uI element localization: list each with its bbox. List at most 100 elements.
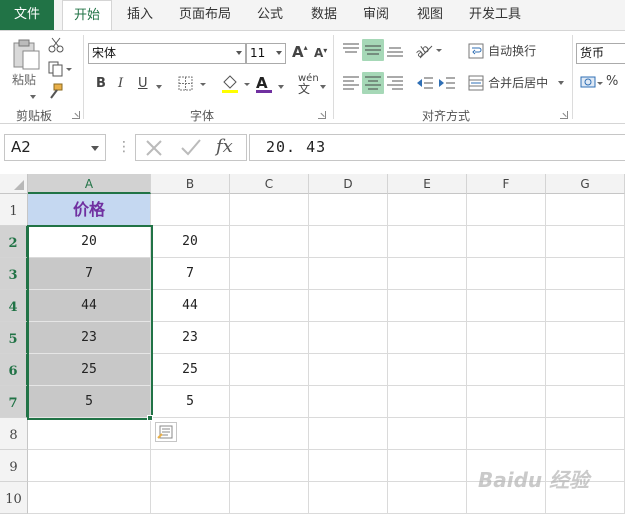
tab-formulas[interactable]: 公式 [248, 0, 292, 30]
bold-button[interactable]: B [96, 76, 106, 91]
cell-d7[interactable] [309, 386, 388, 418]
align-left-button[interactable] [340, 72, 362, 94]
cell-c1[interactable] [230, 194, 309, 226]
italic-button[interactable]: I [118, 76, 123, 91]
cell-g3[interactable] [546, 258, 625, 290]
cell-a8[interactable] [28, 418, 151, 450]
tab-file[interactable]: 文件 [0, 0, 54, 30]
cell-b2[interactable]: 20 [151, 226, 230, 258]
cell-a4[interactable]: 44 [28, 290, 151, 322]
font-color-dropdown[interactable] [278, 79, 284, 94]
wrap-text-button[interactable]: 自动换行 [468, 42, 536, 59]
tab-data[interactable]: 数据 [302, 0, 346, 30]
row-header-2[interactable]: 2 [0, 226, 28, 258]
cell-a9[interactable] [28, 450, 151, 482]
align-center-button[interactable] [362, 72, 384, 94]
cell-c6[interactable] [230, 354, 309, 386]
cell-d8[interactable] [309, 418, 388, 450]
column-header-f[interactable]: F [467, 174, 546, 194]
cell-e5[interactable] [388, 322, 467, 354]
fill-handle[interactable] [147, 415, 153, 421]
tab-view[interactable]: 视图 [408, 0, 452, 30]
cell-e7[interactable] [388, 386, 467, 418]
cell-a3[interactable]: 7 [28, 258, 151, 290]
insert-function-button[interactable]: fx [216, 136, 233, 157]
tab-page-layout[interactable]: 页面布局 [172, 0, 238, 30]
font-size-combo[interactable]: 11 [246, 43, 286, 64]
quick-analysis-button[interactable] [155, 422, 177, 442]
cell-e4[interactable] [388, 290, 467, 322]
row-header-7[interactable]: 7 [0, 386, 28, 418]
cell-a1[interactable]: 价格 [28, 194, 151, 226]
cell-b3[interactable]: 7 [151, 258, 230, 290]
cell-c4[interactable] [230, 290, 309, 322]
cell-e10[interactable] [388, 482, 467, 514]
cell-b6[interactable]: 25 [151, 354, 230, 386]
borders-button[interactable] [178, 76, 208, 96]
cell-g4[interactable] [546, 290, 625, 322]
name-box[interactable]: A2 [4, 134, 106, 161]
cell-b5[interactable]: 23 [151, 322, 230, 354]
cell-a5[interactable]: 23 [28, 322, 151, 354]
cell-c3[interactable] [230, 258, 309, 290]
cell-f8[interactable] [467, 418, 546, 450]
cell-a6[interactable]: 25 [28, 354, 151, 386]
cell-a7[interactable]: 5 [28, 386, 151, 418]
cell-b1[interactable] [151, 194, 230, 226]
cell-e1[interactable] [388, 194, 467, 226]
percent-button[interactable]: % [606, 74, 618, 89]
cell-d6[interactable] [309, 354, 388, 386]
cell-e6[interactable] [388, 354, 467, 386]
cancel-button[interactable] [144, 138, 164, 162]
row-header-9[interactable]: 9 [0, 450, 28, 482]
row-header-3[interactable]: 3 [0, 258, 28, 290]
select-all-button[interactable] [0, 174, 28, 194]
column-header-a[interactable]: A [28, 174, 151, 194]
cell-b9[interactable] [151, 450, 230, 482]
cell-f5[interactable] [467, 322, 546, 354]
cell-f2[interactable] [467, 226, 546, 258]
paste-dropdown[interactable] [30, 89, 36, 104]
column-header-e[interactable]: E [388, 174, 467, 194]
accounting-format-button[interactable] [580, 74, 604, 96]
cell-d5[interactable] [309, 322, 388, 354]
cell-g5[interactable] [546, 322, 625, 354]
cell-f1[interactable] [467, 194, 546, 226]
cell-f4[interactable] [467, 290, 546, 322]
column-header-c[interactable]: C [230, 174, 309, 194]
shrink-font-button[interactable]: A▾ [314, 46, 327, 60]
clipboard-dialog-launcher-icon[interactable] [72, 111, 80, 119]
decrease-indent-button[interactable] [414, 72, 436, 94]
cell-c9[interactable] [230, 450, 309, 482]
cell-c8[interactable] [230, 418, 309, 450]
alignment-dialog-launcher-icon[interactable] [560, 111, 568, 119]
cell-e2[interactable] [388, 226, 467, 258]
align-middle-button[interactable] [362, 39, 384, 61]
cell-b10[interactable] [151, 482, 230, 514]
cell-g2[interactable] [546, 226, 625, 258]
enter-button[interactable] [180, 138, 202, 162]
column-header-d[interactable]: D [309, 174, 388, 194]
cell-c10[interactable] [230, 482, 309, 514]
cell-d9[interactable] [309, 450, 388, 482]
cell-a2[interactable]: 20 [28, 226, 151, 258]
row-header-5[interactable]: 5 [0, 322, 28, 354]
phonetic-dropdown[interactable] [320, 79, 326, 94]
cell-g6[interactable] [546, 354, 625, 386]
cell-d1[interactable] [309, 194, 388, 226]
row-header-8[interactable]: 8 [0, 418, 28, 450]
cell-d10[interactable] [309, 482, 388, 514]
fill-color-button[interactable] [220, 74, 252, 98]
cell-e3[interactable] [388, 258, 467, 290]
orientation-button[interactable]: ab [413, 40, 444, 64]
paste-button[interactable] [10, 37, 42, 71]
cell-d3[interactable] [309, 258, 388, 290]
number-format-combo[interactable]: 货币 [576, 43, 625, 64]
cell-e9[interactable] [388, 450, 467, 482]
formula-input[interactable]: 20. 43 [249, 134, 625, 161]
align-top-button[interactable] [340, 39, 362, 61]
cell-c7[interactable] [230, 386, 309, 418]
cut-button[interactable] [48, 37, 64, 57]
cell-g8[interactable] [546, 418, 625, 450]
cell-d2[interactable] [309, 226, 388, 258]
